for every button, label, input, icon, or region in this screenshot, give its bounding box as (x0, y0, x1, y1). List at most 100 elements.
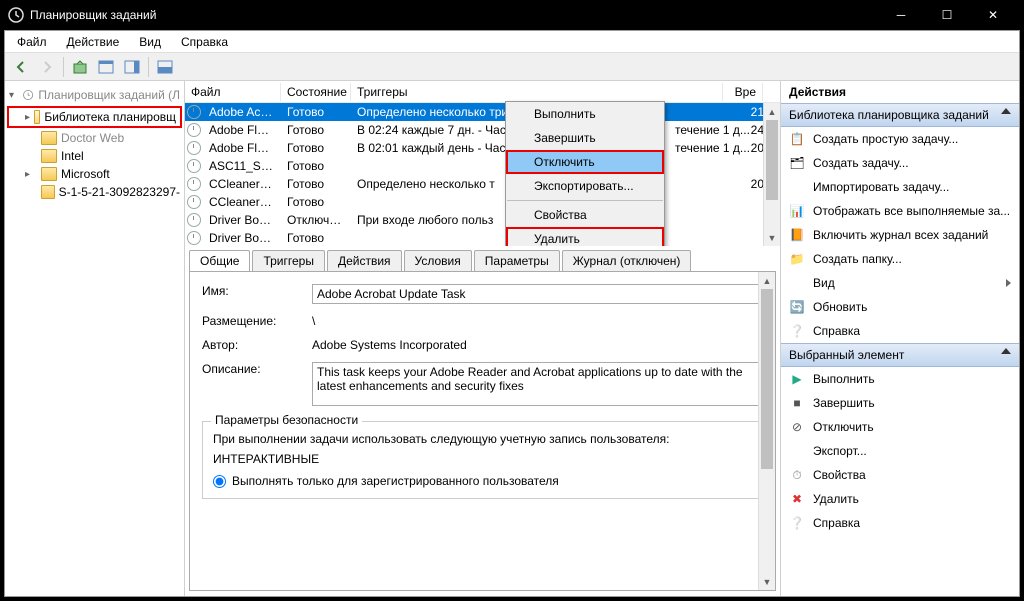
menu-view[interactable]: Вид (131, 33, 169, 51)
scroll-up-icon[interactable]: ▲ (759, 272, 775, 289)
titlebar: Планировщик заданий ─ ☐ ✕ (0, 0, 1024, 30)
action-item[interactable]: Экспорт... (781, 439, 1019, 463)
scrollbar-vertical[interactable]: ▲ ▼ (763, 103, 780, 246)
runas-radio[interactable] (213, 475, 226, 488)
scroll-up-icon[interactable]: ▲ (764, 103, 780, 120)
window-title: Планировщик заданий (30, 8, 156, 22)
menu-help[interactable]: Справка (173, 33, 236, 51)
security-title: Параметры безопасности (211, 413, 362, 427)
clock-icon (8, 7, 24, 23)
ctx-properties[interactable]: Свойства (506, 203, 664, 227)
up-button[interactable] (68, 55, 92, 79)
ctx-end[interactable]: Завершить (506, 126, 664, 150)
ctx-disable[interactable]: Отключить (506, 150, 664, 174)
ctx-run[interactable]: Выполнить (506, 102, 664, 126)
close-button[interactable]: ✕ (970, 0, 1016, 30)
location-label: Размещение: (202, 314, 312, 328)
action-item[interactable]: ■Завершить (781, 391, 1019, 415)
clock-icon (187, 141, 201, 155)
menu-file[interactable]: Файл (9, 33, 55, 51)
action-item[interactable]: ✖Удалить (781, 487, 1019, 511)
action-icon: 📊 (789, 203, 805, 219)
task-row[interactable]: Driver Boost... Отключено При входе любо… (185, 211, 780, 229)
action-icon: ✖ (789, 491, 805, 507)
ctx-delete[interactable]: Удалить (506, 227, 664, 246)
description-textarea[interactable] (312, 362, 763, 406)
action-icon: 🔄 (789, 299, 805, 315)
task-row[interactable]: Driver Boost... Готово (185, 229, 780, 246)
action-icon: ⏱ (789, 467, 805, 483)
col-file[interactable]: Файл (185, 83, 281, 101)
actions-section2-title[interactable]: Выбранный элемент (781, 343, 1019, 367)
col-trigger[interactable]: Триггеры (351, 83, 723, 101)
tab-general[interactable]: Общие (189, 250, 250, 271)
action-icon (789, 275, 805, 291)
tree-child-0[interactable]: Doctor Web (5, 129, 184, 147)
action-item[interactable]: Импортировать задачу... (781, 175, 1019, 199)
task-row[interactable]: CCleanerSki... Готово (185, 193, 780, 211)
tabs: Общие Триггеры Действия Условия Параметр… (185, 246, 780, 271)
action-item[interactable]: Вид (781, 271, 1019, 295)
runas-value: ИНТЕРАКТИВНЫЕ (213, 452, 752, 466)
scroll-down-icon[interactable]: ▼ (764, 229, 780, 246)
col-state[interactable]: Состояние (281, 83, 351, 101)
tab-content: Имя: Размещение: \ Автор: Adobe Systems … (189, 271, 776, 591)
forward-button[interactable] (35, 55, 59, 79)
panel-button-3[interactable] (153, 55, 177, 79)
scroll-thumb[interactable] (766, 120, 778, 200)
action-item[interactable]: 🗂Создать задачу... (781, 151, 1019, 175)
main-content: ▾ Планировщик заданий (Л ▸ Библиотека пл… (5, 81, 1019, 596)
collapse-icon (1001, 348, 1011, 354)
task-row[interactable]: ASC11_Skip... Готово (185, 157, 780, 175)
back-button[interactable] (9, 55, 33, 79)
tab-triggers[interactable]: Триггеры (252, 250, 325, 271)
tree-library[interactable]: ▸ Библиотека планировщ (7, 106, 182, 128)
actions-section1-title[interactable]: Библиотека планировщика заданий (781, 103, 1019, 127)
task-row[interactable]: CCleaner Up... Готово Определено несколь… (185, 175, 780, 193)
action-item[interactable]: 🔄Обновить (781, 295, 1019, 319)
panel-button-1[interactable] (94, 55, 118, 79)
detail-scrollbar[interactable]: ▲ ▼ (758, 272, 775, 590)
action-icon: ❔ (789, 323, 805, 339)
action-item[interactable]: 📋Создать простую задачу... (781, 127, 1019, 151)
task-row[interactable]: Adobe Flash... Готово В 02:01 каждый ден… (185, 139, 780, 157)
name-input[interactable] (312, 284, 763, 304)
tab-actions[interactable]: Действия (327, 250, 402, 271)
tree-root[interactable]: ▾ Планировщик заданий (Л (5, 85, 184, 105)
clock-icon (187, 213, 201, 227)
menu-action[interactable]: Действие (59, 33, 128, 51)
action-item[interactable]: ❔Справка (781, 511, 1019, 535)
ctx-export[interactable]: Экспортировать... (506, 174, 664, 198)
action-icon (789, 179, 805, 195)
tab-settings[interactable]: Параметры (474, 250, 560, 271)
panel-button-2[interactable] (120, 55, 144, 79)
folder-icon (41, 131, 57, 145)
minimize-button[interactable]: ─ (878, 0, 924, 30)
action-item[interactable]: 📁Создать папку... (781, 247, 1019, 271)
tree-child-2[interactable]: ▸Microsoft (5, 165, 184, 183)
clock-icon (187, 231, 201, 245)
scroll-down-icon[interactable]: ▼ (759, 573, 775, 590)
action-icon: 📋 (789, 131, 805, 147)
scroll-thumb[interactable] (761, 289, 773, 469)
action-item[interactable]: 📙Включить журнал всех заданий (781, 223, 1019, 247)
clock-icon (187, 105, 201, 119)
action-icon: 🗂 (789, 155, 805, 171)
maximize-button[interactable]: ☐ (924, 0, 970, 30)
action-item[interactable]: ❔Справка (781, 319, 1019, 343)
collapse-icon (1001, 108, 1011, 114)
folder-icon (41, 185, 55, 199)
action-item[interactable]: ▶Выполнить (781, 367, 1019, 391)
col-time[interactable]: Вре (723, 83, 763, 101)
tree-child-3[interactable]: S-1-5-21-3092823297- (5, 183, 184, 201)
task-row[interactable]: Adobe Acro... Готово Определено нескольк… (185, 103, 780, 121)
actions-header: Действия (781, 81, 1019, 103)
action-item[interactable]: 📊Отображать все выполняемые за... (781, 199, 1019, 223)
action-item[interactable]: ⊘Отключить (781, 415, 1019, 439)
tree-child-1[interactable]: Intel (5, 147, 184, 165)
action-item[interactable]: ⏱Свойства (781, 463, 1019, 487)
task-row[interactable]: Adobe Flash... Готово В 02:24 каждые 7 д… (185, 121, 780, 139)
tree-panel: ▾ Планировщик заданий (Л ▸ Библиотека пл… (5, 81, 185, 596)
tab-history[interactable]: Журнал (отключен) (562, 250, 692, 271)
tab-conditions[interactable]: Условия (404, 250, 472, 271)
